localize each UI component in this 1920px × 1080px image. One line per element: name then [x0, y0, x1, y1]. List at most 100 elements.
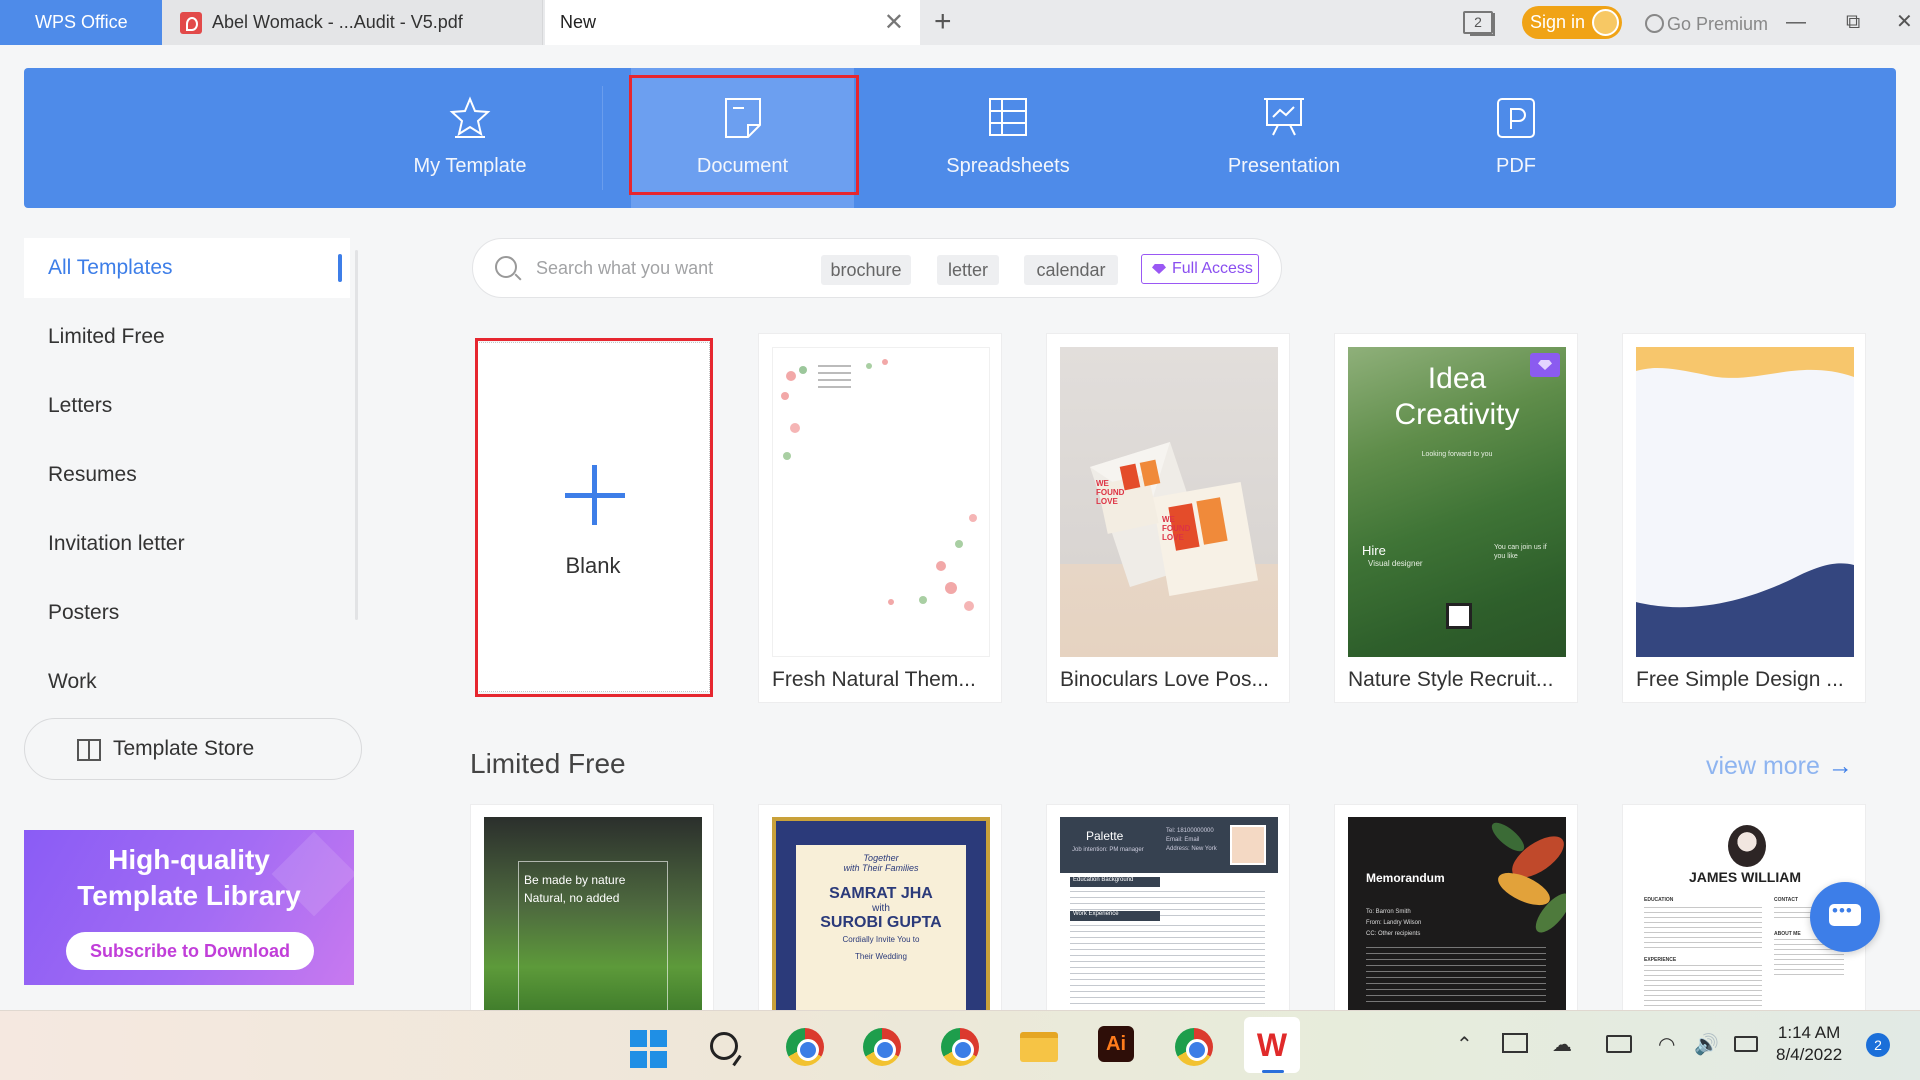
thumb-intention: Job intention: PM manager [1072, 847, 1144, 853]
windows-start-icon[interactable] [630, 1030, 668, 1068]
chrome-work-icon[interactable] [1175, 1028, 1213, 1066]
add-tab-icon[interactable]: + [934, 0, 952, 43]
thumb-subtitle: Looking forward to you [1421, 451, 1493, 458]
wps-office-icon[interactable]: W [1244, 1017, 1300, 1073]
chevron-up-icon[interactable]: ⌃ [1456, 1010, 1473, 1080]
chip-calendar[interactable]: calendar [1024, 255, 1118, 285]
star-icon [449, 96, 491, 138]
sidebar-item-invitation-letter[interactable]: Invitation letter [24, 514, 350, 574]
thumb-resume-contact: CONTACT [1774, 897, 1799, 903]
thumb-education: Education Background [1070, 877, 1160, 887]
thumb-role: Visual designer [1368, 559, 1423, 568]
thumb-memorandum: Memorandum [1366, 871, 1445, 885]
view-more-label: view more [1706, 752, 1820, 780]
tab-pdf-document[interactable]: Abel Womack - ...Audit - V5.pdf [162, 0, 656, 45]
chip-letter[interactable]: letter [937, 255, 999, 285]
template-thumbnail: Be made by nature Natural, no added [484, 817, 702, 1013]
thumb-memo-lines: To: Barron Smith From: Landry Wilson CC:… [1366, 907, 1421, 940]
category-spreadsheets[interactable]: Spreadsheets [898, 68, 1118, 208]
limited-template-card[interactable]: Together with Their Families SAMRAT JHA … [758, 804, 1002, 1014]
volume-icon[interactable]: 🔊 [1694, 1010, 1719, 1080]
window-count-icon[interactable]: 2 [1463, 11, 1493, 34]
clock-date: 8/4/2022 [1776, 1045, 1843, 1064]
close-window-icon[interactable]: ✕ [1896, 0, 1913, 45]
battery-icon[interactable] [1734, 1036, 1758, 1052]
wifi-icon[interactable]: ◠ [1658, 1010, 1675, 1080]
limited-template-card[interactable]: Palette Job intention: PM manager Tel: 1… [1046, 804, 1290, 1014]
chrome-icon[interactable] [786, 1028, 824, 1066]
thumb-avatar [1230, 825, 1266, 865]
thumb-resume-about: ABOUT ME [1774, 931, 1801, 937]
category-label: Spreadsheets [946, 155, 1070, 177]
template-card[interactable]: Idea Creativity Looking forward to you H… [1334, 333, 1578, 703]
chrome-alt-icon[interactable] [941, 1028, 979, 1066]
sidebar-scrollbar[interactable] [355, 250, 358, 620]
category-bar: My Template Document Spreadsheets Presen… [24, 68, 1896, 208]
qr-code-icon [1446, 603, 1472, 629]
minimize-icon[interactable]: — [1786, 0, 1806, 45]
chip-brochure[interactable]: brochure [821, 255, 911, 285]
go-premium-button[interactable]: Go Premium [1645, 0, 1768, 45]
notification-badge[interactable]: 2 [1866, 1033, 1890, 1057]
category-label: My Template [413, 155, 527, 177]
keyboard-icon[interactable] [1606, 1035, 1632, 1053]
template-title: Binoculars Love Pos... [1060, 668, 1269, 691]
close-icon[interactable]: ✕ [884, 0, 904, 45]
illustrator-icon[interactable]: Ai [1098, 1026, 1134, 1062]
wave-thumbnail-art [1636, 347, 1854, 657]
full-access-label: Full Access [1172, 260, 1253, 277]
thumb-invite: Cordially Invite You to [842, 935, 920, 944]
tab-new[interactable]: New ✕ [545, 0, 920, 45]
chat-support-button[interactable] [1810, 882, 1880, 952]
sidebar-item-letters[interactable]: Letters [24, 376, 350, 436]
limited-template-card[interactable]: Memorandum To: Barron Smith From: Landry… [1334, 804, 1578, 1014]
go-premium-label: Go Premium [1667, 14, 1769, 34]
template-thumbnail: Together with Their Families SAMRAT JHA … [772, 817, 990, 1013]
file-explorer-icon[interactable] [1020, 1032, 1058, 1062]
category-document[interactable]: Document [631, 68, 854, 208]
template-store-label: Template Store [113, 737, 255, 760]
sign-in-button[interactable]: Sign in [1522, 6, 1622, 39]
title-bar: WPS Office Abel Womack - ...Audit - V5.p… [0, 0, 1920, 45]
template-thumbnail: Palette Job intention: PM manager Tel: 1… [1060, 817, 1278, 1013]
thumb-line-2: Natural, no added [524, 891, 620, 905]
template-card[interactable]: Fresh Natural Them... [758, 333, 1002, 703]
store-icon [77, 739, 101, 761]
display-icon[interactable] [1502, 1033, 1528, 1053]
category-my-template[interactable]: My Template [360, 68, 580, 208]
limited-template-card[interactable]: Be made by nature Natural, no added [470, 804, 714, 1014]
sidebar-item-resumes[interactable]: Resumes [24, 445, 350, 505]
promo-banner[interactable]: High-quality Template Library Subscribe … [24, 830, 354, 985]
template-title: Nature Style Recruit... [1348, 668, 1554, 691]
subscribe-button[interactable]: Subscribe to Download [66, 932, 314, 970]
taskbar-search-icon[interactable] [710, 1032, 738, 1060]
thumb-hire: Hire [1362, 543, 1386, 558]
cloud-icon[interactable]: ☁ [1552, 1010, 1572, 1080]
template-card[interactable]: WE FOUND LOVE WE FOUND LOVE Binoculars L… [1046, 333, 1290, 703]
chrome-profile-icon[interactable] [863, 1028, 901, 1066]
sidebar-item-work[interactable]: Work [24, 652, 350, 712]
restore-icon[interactable]: ⧉ [1846, 0, 1860, 45]
sidebar-item-posters[interactable]: Posters [24, 583, 350, 643]
love-tag-small: WE FOUND LOVE [1096, 479, 1125, 506]
template-thumbnail [1636, 347, 1854, 657]
sidebar-item-limited-free[interactable]: Limited Free [24, 307, 350, 367]
thumb-name-1: SAMRAT JHA [829, 885, 933, 902]
sidebar-item-all-templates[interactable]: All Templates [24, 238, 350, 298]
view-more-link[interactable]: view more → [1706, 752, 1853, 781]
search-input[interactable] [536, 253, 816, 283]
template-store-button[interactable]: Template Store [24, 718, 362, 780]
full-access-badge[interactable]: Full Access [1141, 254, 1259, 284]
template-card[interactable]: Free Simple Design ... [1622, 333, 1866, 703]
category-pdf[interactable]: PDF [1406, 68, 1626, 208]
category-presentation[interactable]: Presentation [1174, 68, 1394, 208]
blank-document-card[interactable]: Blank [476, 342, 710, 692]
template-title: Free Simple Design ... [1636, 668, 1844, 691]
category-label: Presentation [1227, 155, 1341, 177]
active-app-indicator [1262, 1070, 1284, 1073]
avatar-icon [1592, 9, 1619, 36]
template-search-bar: brochure letter calendar Full Access [472, 238, 1282, 298]
system-clock[interactable]: 1:14 AM 8/4/2022 [1776, 1022, 1842, 1066]
search-icon [495, 256, 517, 278]
tab-wps-office[interactable]: WPS Office [0, 0, 162, 45]
